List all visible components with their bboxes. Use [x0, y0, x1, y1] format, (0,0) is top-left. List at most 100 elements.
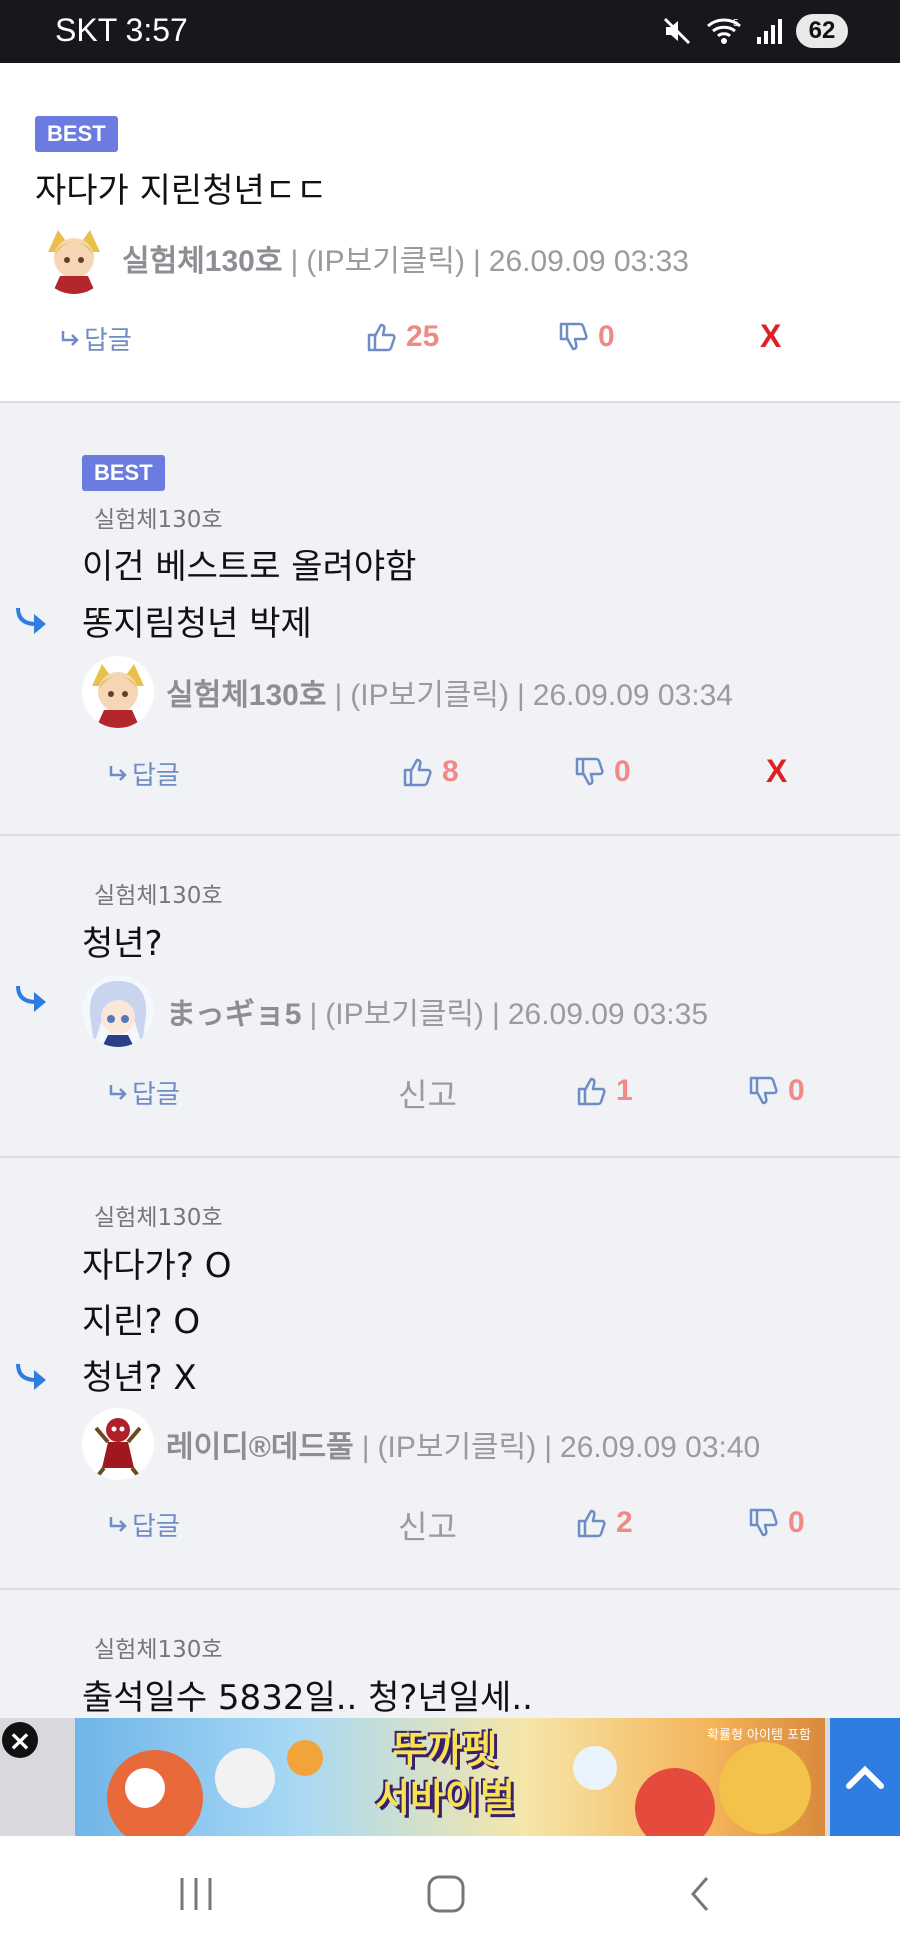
- chevron-up-icon: [846, 1765, 884, 1789]
- like-count: 8: [442, 755, 459, 788]
- thumbs-down-icon: [749, 1076, 778, 1105]
- parent-author: 실험체130호: [94, 507, 223, 533]
- comment-body: 출석일수 5832일.. 청?년일세..: [82, 1678, 533, 1718]
- reply-button[interactable]: 답글: [60, 320, 132, 357]
- comment-body: 자다가 지린청년ㄷㄷ: [35, 171, 328, 211]
- network-badge: 5: [733, 18, 739, 29]
- thumbs-down-icon: [575, 757, 604, 786]
- ip-link[interactable]: (IP보기클릭): [378, 1431, 537, 1464]
- wifi-icon: 5: [707, 18, 741, 44]
- reply-label: 답글: [132, 761, 180, 791]
- parent-author: 실험체130호: [94, 883, 223, 909]
- reply-label: 답글: [84, 326, 132, 356]
- comment-datetime: 26.09.09 03:35: [507, 998, 709, 1031]
- like-button[interactable]: 8: [402, 755, 459, 789]
- home-button[interactable]: [416, 1864, 476, 1924]
- like-count: 25: [406, 320, 440, 353]
- ip-link[interactable]: (IP보기클릭): [306, 245, 465, 278]
- thumbs-up-icon: [577, 1077, 606, 1106]
- status-bar: SKT 3:57 5 62: [0, 0, 900, 63]
- meta-line: まっギョ5 | (IP보기클릭) | 26.09.09 03:35: [166, 998, 709, 1031]
- reply-arrow-icon: [109, 765, 127, 781]
- comment-item: 실험체130호 자다가? O 지린? O 청년? X 레이디®데드풀 | (IP보기…: [0, 1158, 900, 1590]
- avatar[interactable]: [82, 656, 154, 728]
- comment-item: 실험체130호 청년? まっギョ5 | (IP보기클릭) | 26.09.09 03:3…: [0, 836, 900, 1158]
- comment-datetime: 26.09.09 03:40: [560, 1431, 761, 1464]
- comment-body: 자다가? O: [82, 1246, 232, 1286]
- dislike-count: 0: [788, 1074, 805, 1107]
- delete-button[interactable]: X: [766, 753, 787, 790]
- report-button[interactable]: 신고: [398, 1502, 457, 1548]
- recents-icon: [180, 1878, 212, 1910]
- delete-button[interactable]: X: [760, 318, 781, 355]
- like-button[interactable]: 25: [366, 320, 439, 354]
- ad-title-line2: 서바이벌: [375, 1776, 515, 1820]
- reply-button[interactable]: 답글: [108, 1074, 180, 1111]
- dislike-button[interactable]: 0: [558, 320, 615, 354]
- author-name[interactable]: 실험체130호: [166, 679, 326, 712]
- comment-meta: 레이디®데드풀 | (IP보기클릭) | 26.09.09 03:40: [82, 1406, 760, 1482]
- dislike-count: 0: [788, 1506, 805, 1539]
- comment-body: 똥지림청년 박제: [82, 604, 312, 644]
- recents-button[interactable]: [166, 1864, 226, 1924]
- dislike-count: 0: [614, 755, 631, 788]
- like-button[interactable]: 2: [576, 1506, 633, 1540]
- reply-arrow-icon: [61, 330, 79, 346]
- comment-body: 지린? O: [82, 1302, 201, 1342]
- battery-indicator: 62: [796, 14, 848, 48]
- best-badge: BEST: [35, 116, 118, 152]
- meta-line: 실험체130호 | (IP보기클릭) | 26.09.09 03:33: [122, 245, 689, 278]
- comment-actions: 답글 25 0 X: [0, 318, 900, 364]
- comment-meta: 실험체130호 | (IP보기클릭) | 26.09.09 03:33: [38, 220, 689, 296]
- carrier: SKT: [55, 12, 117, 48]
- navigation-bar: [0, 1836, 900, 1950]
- comment-body: 청년? X: [82, 1358, 197, 1398]
- comment-datetime: 26.09.09 03:34: [532, 679, 733, 712]
- back-button[interactable]: [670, 1864, 730, 1924]
- parent-author: 실험체130호: [94, 1205, 223, 1231]
- ip-link[interactable]: (IP보기클릭): [350, 679, 509, 712]
- ad-image[interactable]: 뚜까펫 서바이벌 확률형 아이템 포함: [75, 1718, 825, 1836]
- comment-body: 청년?: [82, 924, 163, 964]
- dislike-button[interactable]: 0: [748, 1506, 805, 1540]
- dislike-button[interactable]: 0: [748, 1074, 805, 1108]
- comment-actions: 답글 신고 1 0: [0, 1072, 900, 1118]
- status-icons: 5 62: [662, 14, 848, 48]
- thumbs-down-icon: [559, 322, 588, 351]
- thumbs-up-icon: [367, 323, 396, 352]
- reply-button[interactable]: 답글: [108, 755, 180, 792]
- like-button[interactable]: 1: [576, 1074, 633, 1108]
- reply-arrow-icon: [16, 607, 46, 634]
- meta-line: 레이디®데드풀 | (IP보기클릭) | 26.09.09 03:40: [166, 1431, 761, 1464]
- comment-item: BEST 실험체130호 이건 베스트로 올려야함 똥지림청년 박제 실험체13…: [0, 403, 900, 836]
- avatar[interactable]: [82, 975, 154, 1047]
- ip-link[interactable]: (IP보기클릭): [325, 998, 484, 1031]
- reply-label: 답글: [132, 1512, 180, 1542]
- clock: 3:57: [125, 12, 188, 48]
- report-button[interactable]: 신고: [398, 1070, 457, 1116]
- avatar[interactable]: [38, 222, 110, 294]
- signal-icon: [757, 19, 782, 44]
- like-count: 2: [616, 1506, 633, 1539]
- thumbs-down-icon: [749, 1508, 778, 1537]
- ad-title-line1: 뚜까펫: [392, 1728, 498, 1772]
- reply-arrow-icon: [16, 1363, 46, 1390]
- close-icon[interactable]: ×: [2, 1722, 38, 1758]
- comment-item: BEST 자다가 지린청년ㄷㄷ 실험체130호 | (IP보기클릭) | 26.09.0…: [0, 63, 900, 403]
- ad-title: 뚜까펫 서바이벌: [345, 1726, 545, 1822]
- ad-banner[interactable]: × 뚜까펫 서바이벌 확률형 아이템 포함: [0, 1718, 900, 1836]
- author-name[interactable]: まっギョ5: [166, 998, 302, 1031]
- dislike-button[interactable]: 0: [574, 755, 631, 789]
- thumbs-up-icon: [577, 1509, 606, 1538]
- ad-note: 확률형 아이템 포함: [707, 1728, 811, 1743]
- meta-line: 실험체130호 | (IP보기클릭) | 26.09.09 03:34: [166, 679, 733, 712]
- avatar[interactable]: [82, 1408, 154, 1480]
- author-name[interactable]: 실험체130호: [122, 245, 282, 278]
- reply-arrow-icon: [109, 1516, 127, 1532]
- reply-label: 답글: [132, 1080, 180, 1110]
- author-name[interactable]: 레이디®데드풀: [166, 1431, 354, 1464]
- parent-author: 실험체130호: [94, 1637, 223, 1663]
- like-count: 1: [616, 1074, 633, 1107]
- scroll-top-button[interactable]: [830, 1718, 900, 1836]
- reply-button[interactable]: 답글: [108, 1506, 180, 1543]
